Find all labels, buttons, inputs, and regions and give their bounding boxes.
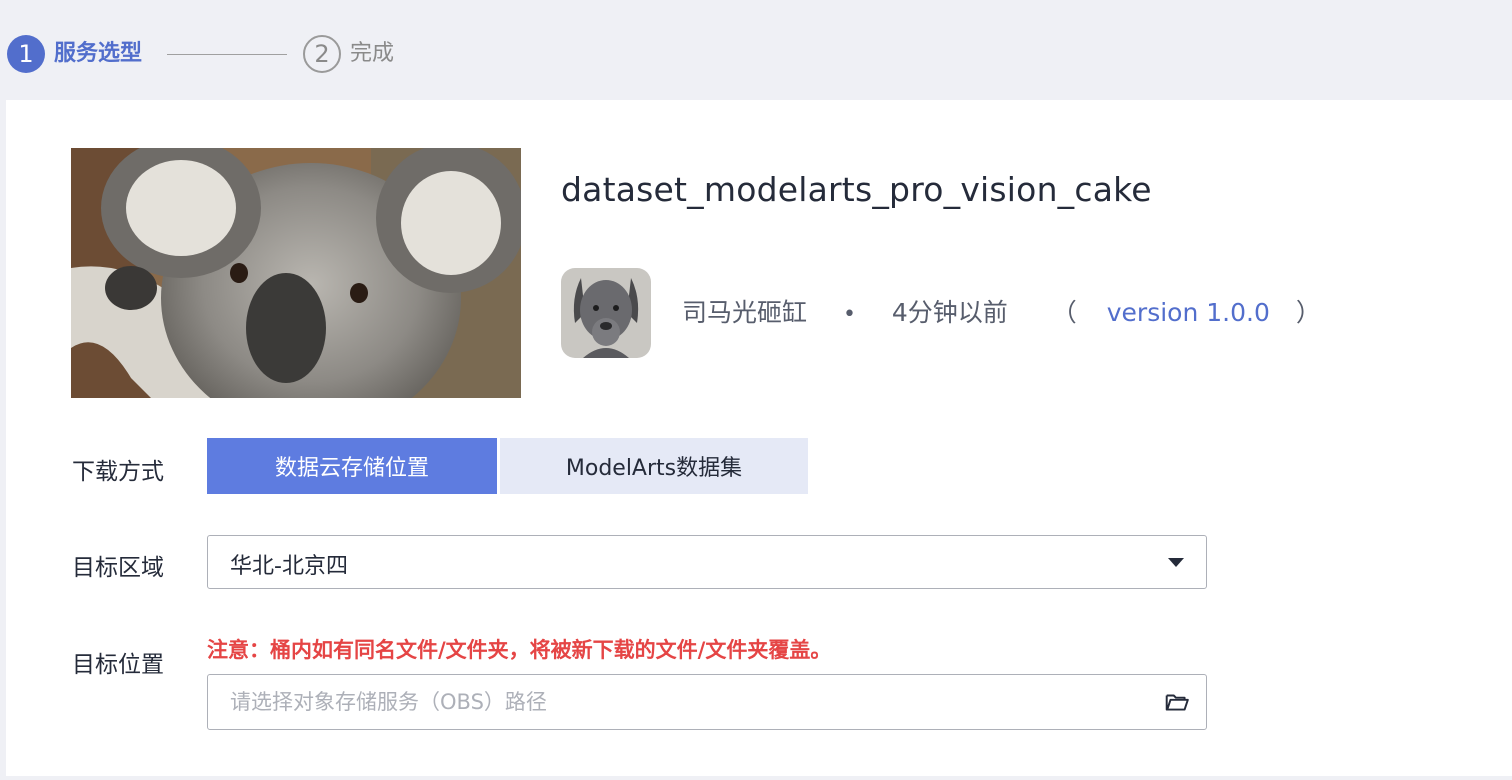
step-connector (167, 54, 287, 55)
dataset-meta: 司马光砸缸 • 4分钟以前 （ version 1.0.0 ） (682, 296, 1321, 330)
caret-down-icon (1168, 558, 1184, 567)
download-option-cloud-storage[interactable]: 数据云存储位置 (207, 438, 497, 494)
target-region-value: 华北-北京四 (230, 554, 348, 579)
step-2-label: 完成 (350, 41, 395, 66)
step-2-indicator: 2 (303, 35, 341, 73)
author-name[interactable]: 司马光砸缸 (682, 296, 807, 330)
stepper: 1 服务选型 2 完成 (0, 0, 1512, 100)
version-link[interactable]: version 1.0.0 (1107, 296, 1270, 330)
dataset-title: dataset_modelarts_pro_vision_cake (561, 170, 1152, 209)
updated-time: 4分钟以前 (891, 298, 1008, 327)
obs-path-field[interactable] (207, 674, 1207, 730)
step-1-label: 服务选型 (54, 41, 143, 66)
download-option-modelarts-dataset[interactable]: ModelArts数据集 (500, 438, 808, 494)
version-paren-open: （ (1051, 298, 1077, 327)
meta-separator: • (842, 302, 856, 327)
download-mode-label: 下载方式 (72, 459, 164, 485)
dataset-cover-image (71, 148, 521, 398)
target-region-select[interactable]: 华北-北京四 (207, 535, 1207, 589)
obs-path-input[interactable] (208, 675, 1138, 729)
step-1-indicator: 1 (7, 35, 45, 73)
target-region-label: 目标区域 (72, 555, 164, 581)
overwrite-warning: 注意：桶内如有同名文件/文件夹，将被新下载的文件/文件夹覆盖。 (207, 638, 832, 662)
author-avatar (561, 268, 651, 358)
target-location-label: 目标位置 (72, 652, 164, 678)
folder-open-icon[interactable] (1164, 689, 1190, 715)
version-paren-close: ） (1295, 298, 1321, 327)
main-panel: dataset_modelarts_pro_vision_cake 司马光砸缸 … (6, 100, 1512, 776)
